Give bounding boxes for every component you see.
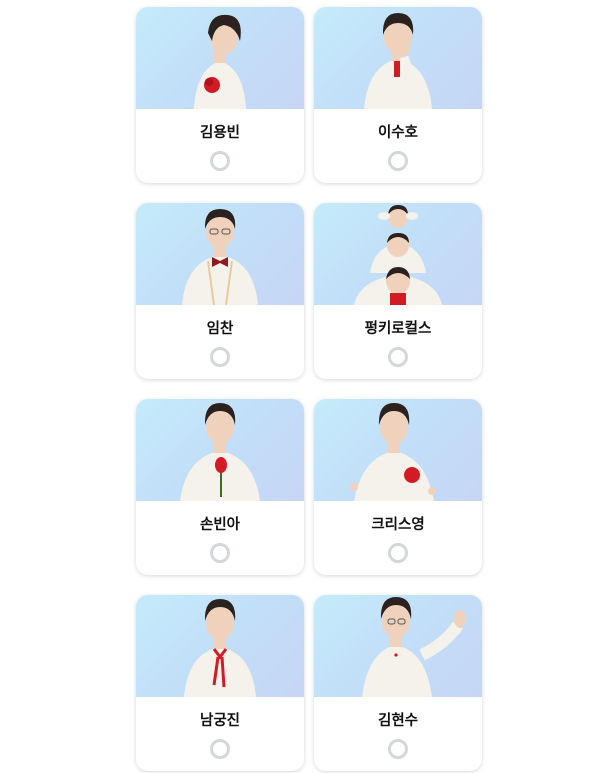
- candidate-name: 임찬: [206, 321, 234, 337]
- candidate-name: 펑키로컬스: [364, 321, 432, 337]
- candidate-name: 이수호: [377, 125, 419, 141]
- candidate-name: 남궁진: [199, 713, 241, 729]
- candidate-name: 김현수: [377, 713, 419, 729]
- candidate-card[interactable]: 남궁진: [136, 595, 304, 771]
- vote-radio[interactable]: [388, 739, 408, 759]
- candidate-card[interactable]: 이수호: [314, 7, 482, 183]
- candidate-card[interactable]: 손빈아: [136, 399, 304, 575]
- candidate-card[interactable]: 펑키로컬스: [314, 203, 482, 379]
- candidate-card[interactable]: 김현수: [314, 595, 482, 771]
- candidate-photo: [314, 399, 482, 501]
- vote-radio[interactable]: [210, 347, 230, 367]
- vote-radio[interactable]: [388, 151, 408, 171]
- vote-radio[interactable]: [210, 151, 230, 171]
- vote-radio[interactable]: [210, 543, 230, 563]
- candidate-name: 크리스영: [371, 517, 425, 533]
- candidate-photo: [136, 399, 304, 501]
- candidate-photo: [136, 7, 304, 109]
- candidate-grid: 김용빈 이수호 임찬 펑키로컬스 손빈아 크리스영 남궁진 김현수: [136, 7, 482, 771]
- candidate-photo: [136, 203, 304, 305]
- candidate-name: 김용빈: [199, 125, 241, 141]
- candidate-name: 손빈아: [199, 517, 241, 533]
- vote-radio[interactable]: [388, 543, 408, 563]
- vote-radio[interactable]: [210, 739, 230, 759]
- candidate-photo: [314, 7, 482, 109]
- candidate-photo: [136, 595, 304, 697]
- candidate-photo: [314, 595, 482, 697]
- vote-radio[interactable]: [388, 347, 408, 367]
- candidate-card[interactable]: 김용빈: [136, 7, 304, 183]
- candidate-card[interactable]: 임찬: [136, 203, 304, 379]
- candidate-photo: [314, 203, 482, 305]
- candidate-card[interactable]: 크리스영: [314, 399, 482, 575]
